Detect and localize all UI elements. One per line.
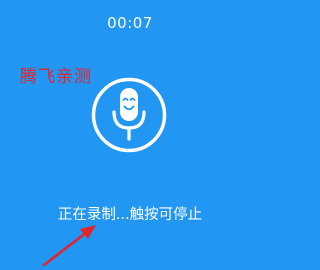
recording-status-text: 正在录制...触按可停止	[57, 207, 203, 223]
stop-recording-button[interactable]	[91, 77, 167, 153]
elapsed-time: 00:07	[107, 14, 153, 32]
voice-recorder-screen: 00:07 腾飞亲测 正在录制...触按可停止	[0, 0, 260, 270]
watermark-text: 腾飞亲测	[20, 67, 92, 87]
microphone-smiley-icon	[91, 77, 167, 153]
